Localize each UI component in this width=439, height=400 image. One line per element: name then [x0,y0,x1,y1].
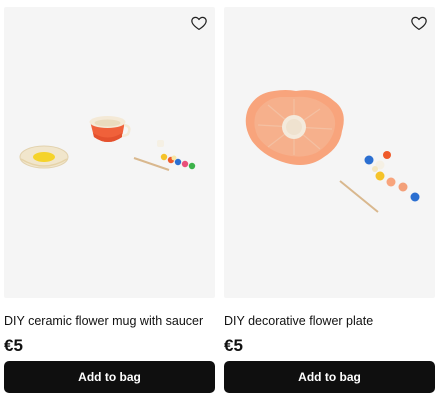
product-price: €5 [224,336,243,355]
product-image[interactable] [224,7,435,298]
product-title[interactable]: DIY decorative flower plate [224,313,435,329]
product-image[interactable] [4,7,215,298]
add-to-bag-button[interactable]: Add to bag [224,361,435,393]
product-price: €5 [4,336,23,355]
favorite-button[interactable] [409,13,429,33]
flower-plate-illustration [245,90,420,213]
mug-saucer-illustration [19,116,196,171]
favorite-button[interactable] [189,13,209,33]
heart-outline-icon [411,16,427,30]
product-card[interactable]: DIY ceramic flower mug with saucer €5 Ad… [4,0,215,400]
product-grid: DIY ceramic flower mug with saucer €5 Ad… [0,0,439,400]
add-to-bag-button[interactable]: Add to bag [4,361,215,393]
product-card[interactable]: DIY decorative flower plate €5 Add to ba… [224,0,435,400]
product-title[interactable]: DIY ceramic flower mug with saucer [4,313,215,329]
heart-outline-icon [191,16,207,30]
